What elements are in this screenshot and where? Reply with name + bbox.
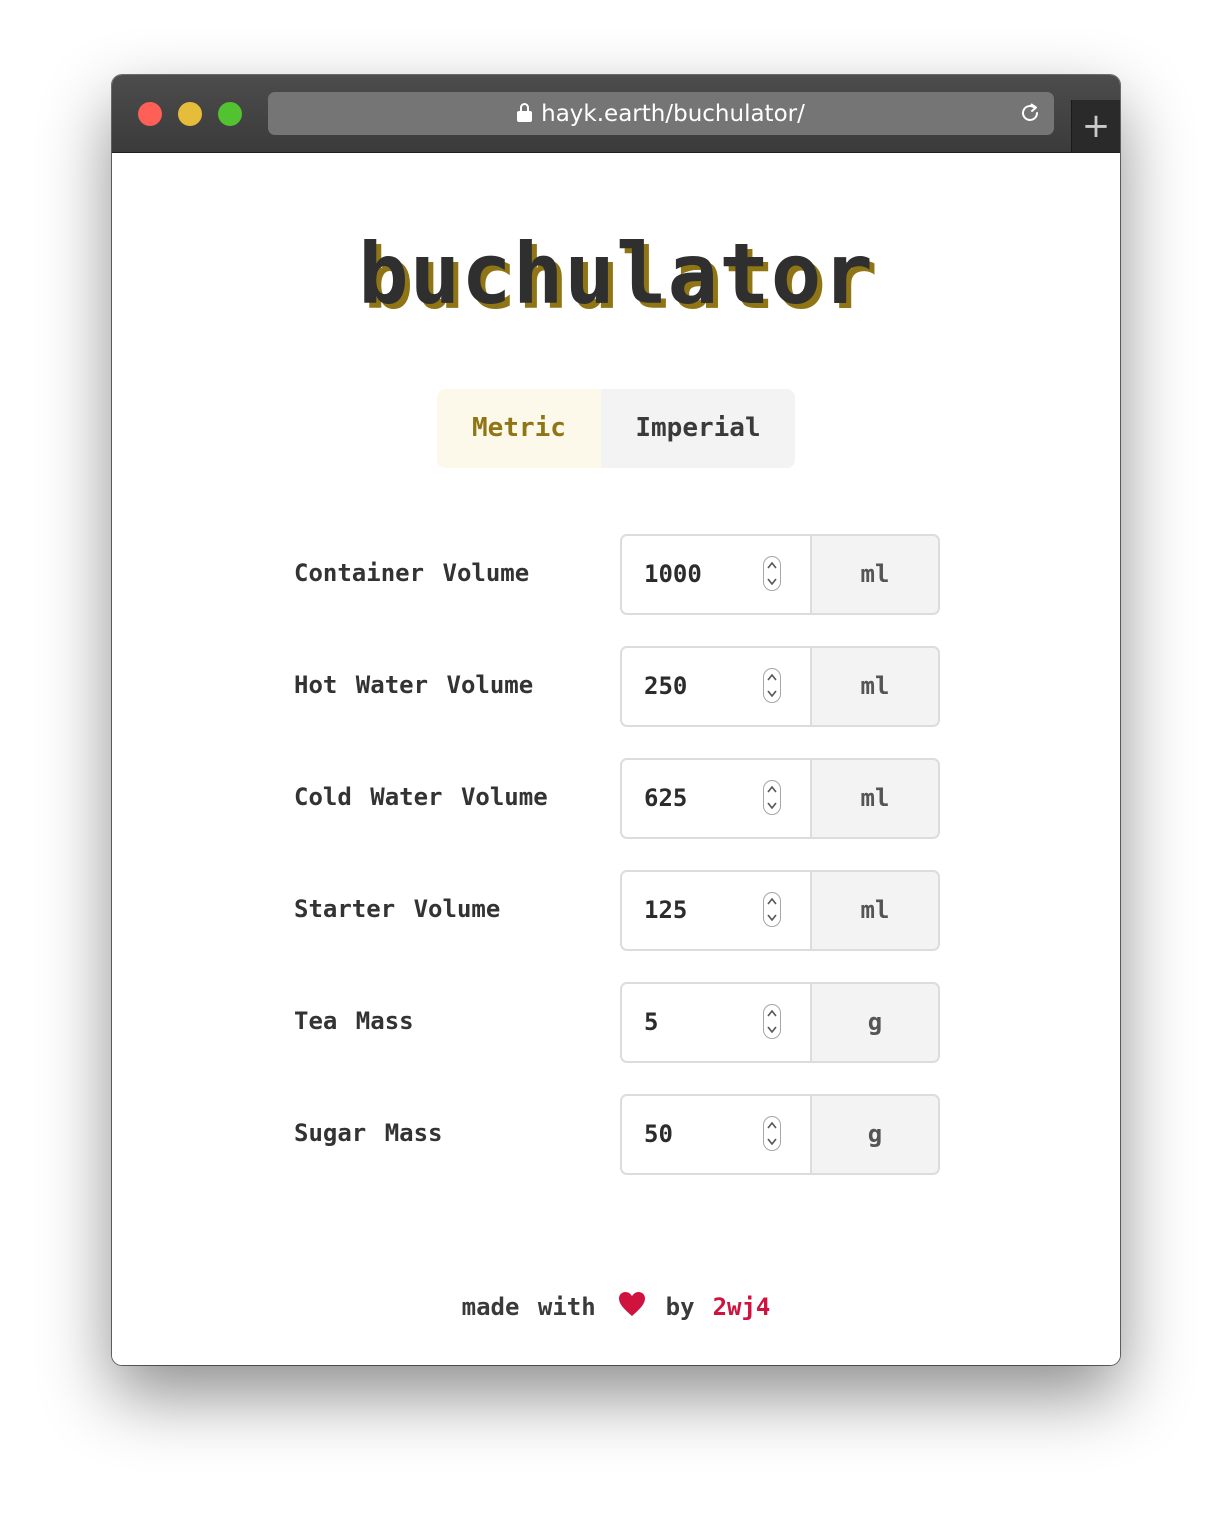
input-value: 625 <box>644 784 688 812</box>
cold-water-volume-input[interactable]: 625 <box>620 758 812 839</box>
browser-window: hayk.earth/buchulator/ + buchulator Metr… <box>112 75 1120 1365</box>
input-value: 50 <box>644 1120 673 1148</box>
address-bar[interactable]: hayk.earth/buchulator/ <box>268 92 1054 135</box>
imperial-tab[interactable]: Imperial <box>601 389 795 468</box>
heart-icon <box>618 1292 645 1316</box>
sugar-mass-row: Sugar Mass 50 g <box>294 1094 940 1175</box>
unit-label: g <box>810 982 940 1063</box>
reload-icon[interactable] <box>1018 101 1042 125</box>
spinner-arrows-icon[interactable] <box>763 1004 781 1039</box>
spinner-arrows-icon[interactable] <box>763 892 781 927</box>
field-label: Hot Water Volume <box>294 671 534 699</box>
field-label: Starter Volume <box>294 895 501 923</box>
input-value: 250 <box>644 672 688 700</box>
input-value: 1000 <box>644 560 702 588</box>
unit-label: ml <box>810 758 940 839</box>
container-volume-row: Container Volume 1000 ml <box>294 534 940 615</box>
input-value: 125 <box>644 896 688 924</box>
unit-label: ml <box>810 870 940 951</box>
page-title: buchulator <box>358 225 874 323</box>
browser-titlebar: hayk.earth/buchulator/ + <box>112 75 1120 153</box>
tea-mass-input[interactable]: 5 <box>620 982 812 1063</box>
field-label: Tea Mass <box>294 1007 414 1035</box>
field-label: Container Volume <box>294 559 530 587</box>
container-volume-input[interactable]: 1000 <box>620 534 812 615</box>
author-link[interactable]: 2wj4 <box>713 1293 771 1321</box>
sugar-mass-input[interactable]: 50 <box>620 1094 812 1175</box>
footer-by: by <box>665 1293 695 1321</box>
zoom-window-button[interactable] <box>218 102 242 126</box>
minimize-window-button[interactable] <box>178 102 202 126</box>
hot-water-volume-input[interactable]: 250 <box>620 646 812 727</box>
spinner-arrows-icon[interactable] <box>763 780 781 815</box>
field-label: Cold Water Volume <box>294 783 548 811</box>
new-tab-button[interactable]: + <box>1071 100 1120 152</box>
hot-water-volume-row: Hot Water Volume 250 ml <box>294 646 940 727</box>
address-bar-url: hayk.earth/buchulator/ <box>541 100 805 127</box>
metric-tab[interactable]: Metric <box>437 389 601 468</box>
starter-volume-row: Starter Volume 125 ml <box>294 870 940 951</box>
footer: made with by 2wj4 <box>112 1292 1120 1321</box>
spinner-arrows-icon[interactable] <box>763 556 781 591</box>
spinner-arrows-icon[interactable] <box>763 668 781 703</box>
footer-made-with: made with <box>461 1293 596 1321</box>
lock-icon <box>517 103 533 122</box>
unit-label: g <box>810 1094 940 1175</box>
unit-label: ml <box>810 646 940 727</box>
input-value: 5 <box>644 1008 659 1036</box>
unit-label: ml <box>810 534 940 615</box>
page-content: buchulator Metric Imperial Container Vol… <box>112 153 1120 1365</box>
spinner-arrows-icon[interactable] <box>763 1116 781 1151</box>
tea-mass-row: Tea Mass 5 g <box>294 982 940 1063</box>
cold-water-volume-row: Cold Water Volume 625 ml <box>294 758 940 839</box>
unit-system-toggle: Metric Imperial <box>437 389 795 468</box>
field-label: Sugar Mass <box>294 1119 443 1147</box>
close-window-button[interactable] <box>138 102 162 126</box>
starter-volume-input[interactable]: 125 <box>620 870 812 951</box>
